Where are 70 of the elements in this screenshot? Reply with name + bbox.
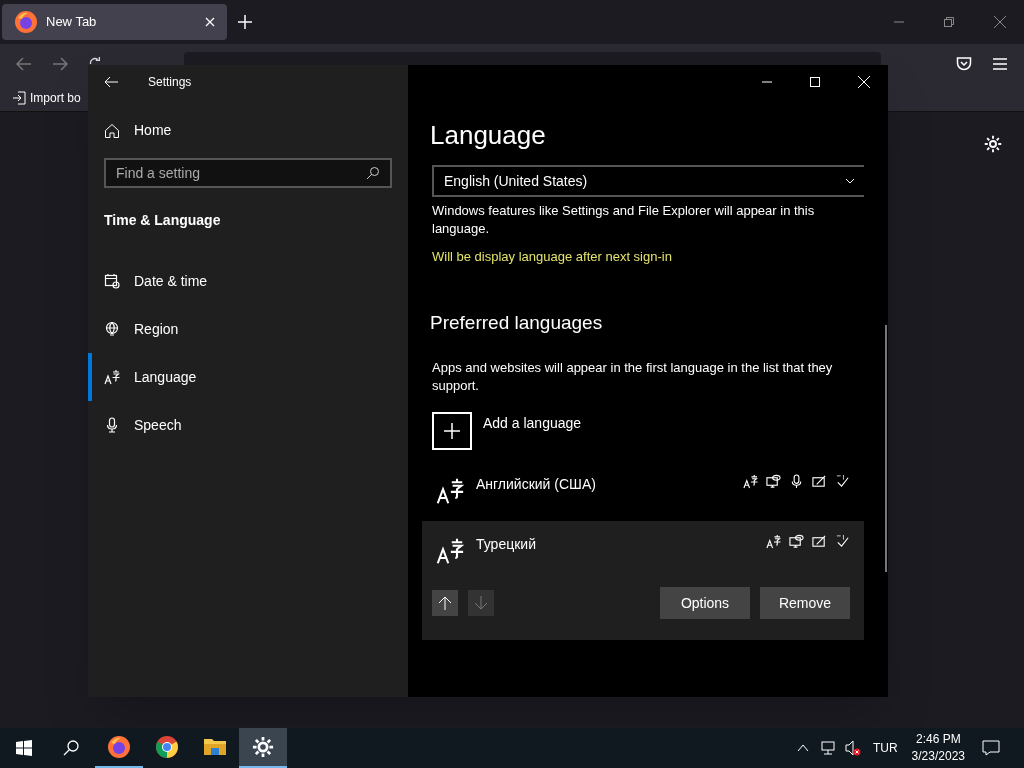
settings-icon[interactable]	[984, 135, 1002, 153]
forward-icon[interactable]	[52, 56, 68, 72]
preferred-note: Apps and websites will appear in the first language in the list that they support.	[432, 359, 834, 395]
window-title: Settings	[148, 73, 192, 91]
remove-button[interactable]: Remove	[760, 587, 850, 619]
notification-icon[interactable]	[982, 740, 1000, 756]
spellcheck-icon	[835, 474, 850, 489]
page-title: Language	[430, 119, 547, 152]
options-button[interactable]: Options	[660, 587, 750, 619]
menu-icon[interactable]	[992, 57, 1008, 71]
language-icon	[436, 537, 464, 565]
display-language-icon	[743, 474, 758, 489]
display-language-icon	[766, 534, 781, 549]
maximize-icon[interactable]	[810, 76, 820, 87]
firefox-icon	[107, 735, 131, 759]
sidebar-item[interactable]: Region	[88, 305, 408, 353]
spellcheck-icon	[835, 534, 850, 549]
firefox-icon	[14, 10, 38, 34]
language-icon	[436, 477, 464, 505]
move-up-button[interactable]	[432, 590, 458, 616]
tab-title: New Tab	[46, 13, 98, 32]
windows-logo-icon[interactable]	[16, 740, 32, 756]
search-icon	[366, 166, 380, 180]
arrow-down-icon	[474, 596, 488, 610]
clock-time[interactable]: 2:46 PM	[915, 731, 961, 748]
import-icon	[12, 90, 26, 105]
handwriting-icon	[812, 534, 827, 549]
monitor-speech-icon	[789, 534, 804, 549]
chevron-up-icon[interactable]	[796, 744, 809, 752]
home-icon	[104, 122, 120, 139]
microphone-icon	[104, 417, 120, 433]
language-icon	[104, 369, 120, 385]
sidebar-item[interactable]: Date & time	[88, 257, 408, 305]
microphone-icon	[789, 474, 804, 489]
display-language-note: Windows features like Settings and File Explorer will appear in this language.	[432, 202, 816, 238]
home-link[interactable]: Home	[104, 120, 408, 141]
clock-date[interactable]: 3/23/2023	[911, 748, 965, 765]
input-language[interactable]: TUR	[872, 739, 898, 757]
plus-icon	[444, 423, 460, 439]
bookmark-item[interactable]: Import bo	[12, 88, 81, 107]
language-name: Английский (США)	[476, 475, 597, 494]
restore-icon[interactable]	[944, 17, 954, 27]
taskbar-app[interactable]	[239, 728, 287, 768]
arrow-up-icon	[438, 596, 452, 610]
section-heading: Time & Language	[104, 211, 222, 230]
language-item[interactable]: Английский (США)	[422, 461, 864, 521]
volume-muted-icon[interactable]	[844, 740, 861, 756]
chrome-icon	[155, 735, 179, 759]
browser-tab[interactable]: New Tab	[2, 4, 227, 40]
language-dropdown[interactable]: English (United States)	[432, 165, 864, 197]
pending-note: Will be display language after next sign-in	[432, 248, 673, 266]
add-language-button[interactable]: Add a language	[432, 412, 864, 450]
search-input[interactable]: Find a setting	[116, 162, 366, 184]
sidebar-item[interactable]: Speech	[88, 401, 408, 449]
new-tab-icon[interactable]	[238, 15, 252, 29]
pocket-icon[interactable]	[956, 56, 972, 72]
search-field[interactable]: Find a setting	[104, 158, 392, 188]
handwriting-icon	[812, 474, 827, 489]
reload-icon[interactable]	[88, 56, 102, 64]
search-icon	[63, 740, 79, 756]
globe-icon	[104, 321, 120, 337]
chevron-down-icon	[846, 178, 854, 184]
calendar-clock-icon	[104, 273, 120, 289]
scrollbar[interactable]	[885, 325, 887, 572]
settings-icon	[252, 736, 274, 758]
monitor-speech-icon	[766, 474, 781, 489]
language-item[interactable]: Турецкий Options Remove	[422, 521, 864, 640]
section-title: Preferred languages	[430, 310, 604, 335]
language-name: Турецкий	[476, 535, 537, 554]
network-icon[interactable]	[820, 740, 837, 756]
